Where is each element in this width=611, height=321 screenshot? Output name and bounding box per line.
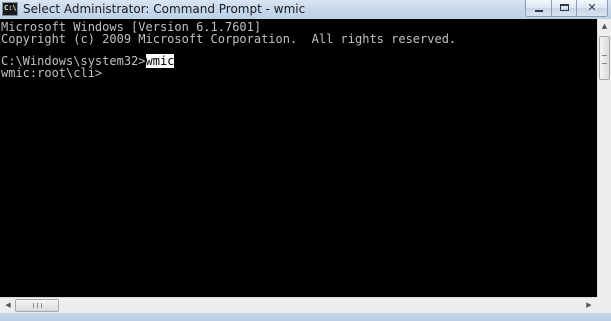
window-title: Select Administrator: Command Prompt - w… <box>23 2 306 16</box>
vertical-scrollbar[interactable]: ▲ <box>597 19 611 297</box>
horizontal-scroll-thumb[interactable] <box>15 299 59 312</box>
command-prompt-window: C:\ Select Administrator: Command Prompt… <box>0 0 611 321</box>
scroll-up-arrow-icon[interactable]: ▲ <box>598 19 611 33</box>
console-line-wmic-prompt: wmic:root\cli> <box>1 66 103 80</box>
grip-icon <box>602 55 607 64</box>
maximize-button[interactable] <box>551 0 577 17</box>
selected-command[interactable]: wmic <box>145 54 175 68</box>
scroll-left-arrow-icon[interactable]: ◀ <box>2 299 14 312</box>
close-button[interactable]: ✕ <box>576 0 608 17</box>
vertical-scroll-thumb[interactable] <box>599 36 610 80</box>
maximize-icon <box>560 4 569 11</box>
console-output[interactable]: Microsoft Windows [Version 6.1.7601] Cop… <box>0 19 597 297</box>
window-bottom-frame <box>0 313 611 321</box>
horizontal-scrollbar[interactable]: ◀ ▶ <box>0 297 597 313</box>
minimize-icon <box>535 10 543 12</box>
title-bar[interactable]: C:\ Select Administrator: Command Prompt… <box>0 0 611 19</box>
scroll-right-arrow-icon[interactable]: ▶ <box>583 299 595 312</box>
minimize-button[interactable] <box>525 0 552 17</box>
size-grip[interactable] <box>597 297 611 313</box>
console-line-copyright: Copyright (c) 2009 Microsoft Corporation… <box>1 32 457 46</box>
cmd-icon-label: C:\ <box>4 4 17 12</box>
cmd-icon[interactable]: C:\ <box>2 2 18 16</box>
close-icon: ✕ <box>587 1 597 14</box>
grip-icon <box>33 303 42 308</box>
